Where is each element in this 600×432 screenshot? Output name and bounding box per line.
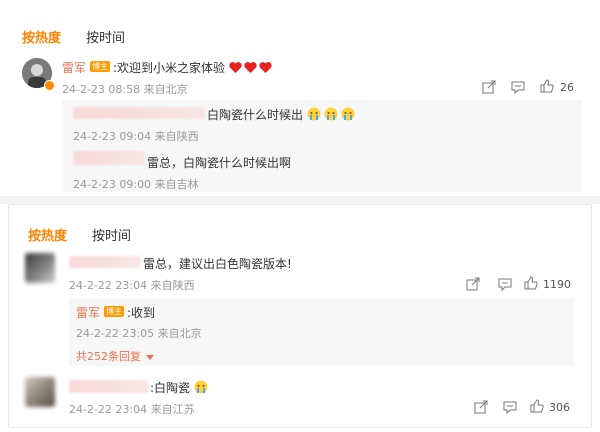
author-name[interactable]: 雷军 — [62, 59, 86, 76]
like-icon[interactable] — [524, 276, 538, 290]
author-badge: 博主 — [104, 306, 124, 317]
comment-text-content: :白陶瓷 — [150, 381, 191, 395]
crying-emoji-icon — [194, 380, 208, 397]
more-replies-label: 共252条回复 — [76, 350, 141, 363]
share-icon[interactable] — [474, 400, 488, 414]
tab-by-time[interactable]: 按时间 — [92, 225, 131, 244]
reply-text: 雷总，白陶瓷什么时候出啊 — [147, 156, 292, 170]
comment-meta: 24-2-22 23:04 来自陕西 — [69, 279, 195, 292]
reply-text: 白陶瓷什么时候出 — [207, 106, 357, 124]
share-icon[interactable] — [482, 80, 496, 94]
like-count: 306 — [549, 401, 570, 414]
redacted-username — [73, 151, 145, 165]
redacted-username — [73, 107, 205, 119]
avatar[interactable] — [25, 253, 55, 283]
comment-text-content: :欢迎到小米之家体验 — [113, 61, 226, 75]
reply-text: :收到 — [127, 306, 156, 320]
reply-meta: 24-2-23 09:00 来自吉林 — [73, 178, 199, 191]
chevron-down-icon — [145, 354, 154, 360]
crying-emoji-icon — [307, 107, 357, 124]
author-name[interactable]: 雷军 — [76, 304, 100, 321]
more-replies-link[interactable]: 共252条回复 — [76, 348, 154, 364]
tab-by-time[interactable]: 按时间 — [86, 27, 125, 46]
comment-meta: 24-2-22 23:04 来自江苏 — [69, 403, 195, 416]
comment-text: :欢迎到小米之家体验 — [113, 59, 273, 77]
reply-text-content: 白陶瓷什么时候出 — [207, 108, 304, 122]
comment-icon[interactable] — [503, 400, 517, 414]
author-badge: 博主 — [90, 61, 110, 72]
comment-panel-top: 按热度 按时间 雷军 博主 :欢迎到小米之家体验 24-2-23 08:58 来… — [0, 0, 600, 196]
comment-icon[interactable] — [511, 80, 525, 94]
comment-panel-bottom: 按热度 按时间 雷总，建议出白色陶瓷版本! 24-2-22 23:04 来自陕西… — [8, 204, 592, 428]
redacted-username — [69, 256, 141, 268]
tab-by-hot[interactable]: 按热度 — [28, 225, 67, 244]
like-icon[interactable] — [540, 79, 554, 93]
avatar[interactable] — [25, 377, 55, 407]
section-divider — [0, 196, 600, 204]
comment-icon[interactable] — [498, 277, 512, 291]
reply-meta: 24-2-22 23:05 来自北京 — [76, 327, 202, 340]
verified-badge-icon — [44, 80, 55, 91]
like-count: 26 — [560, 81, 574, 94]
reply-meta: 24-2-23 09:04 来自陕西 — [73, 130, 199, 143]
comment-text: :白陶瓷 — [150, 379, 208, 397]
comment-text: 雷总，建议出白色陶瓷版本! — [143, 257, 292, 271]
like-icon[interactable] — [530, 399, 544, 413]
share-icon[interactable] — [466, 277, 480, 291]
redacted-username — [69, 380, 149, 393]
comment-meta: 24-2-23 08:58 来自北京 — [62, 83, 188, 96]
like-count: 1190 — [543, 278, 571, 291]
heart-icon — [229, 61, 273, 77]
tab-by-hot[interactable]: 按热度 — [22, 27, 61, 46]
